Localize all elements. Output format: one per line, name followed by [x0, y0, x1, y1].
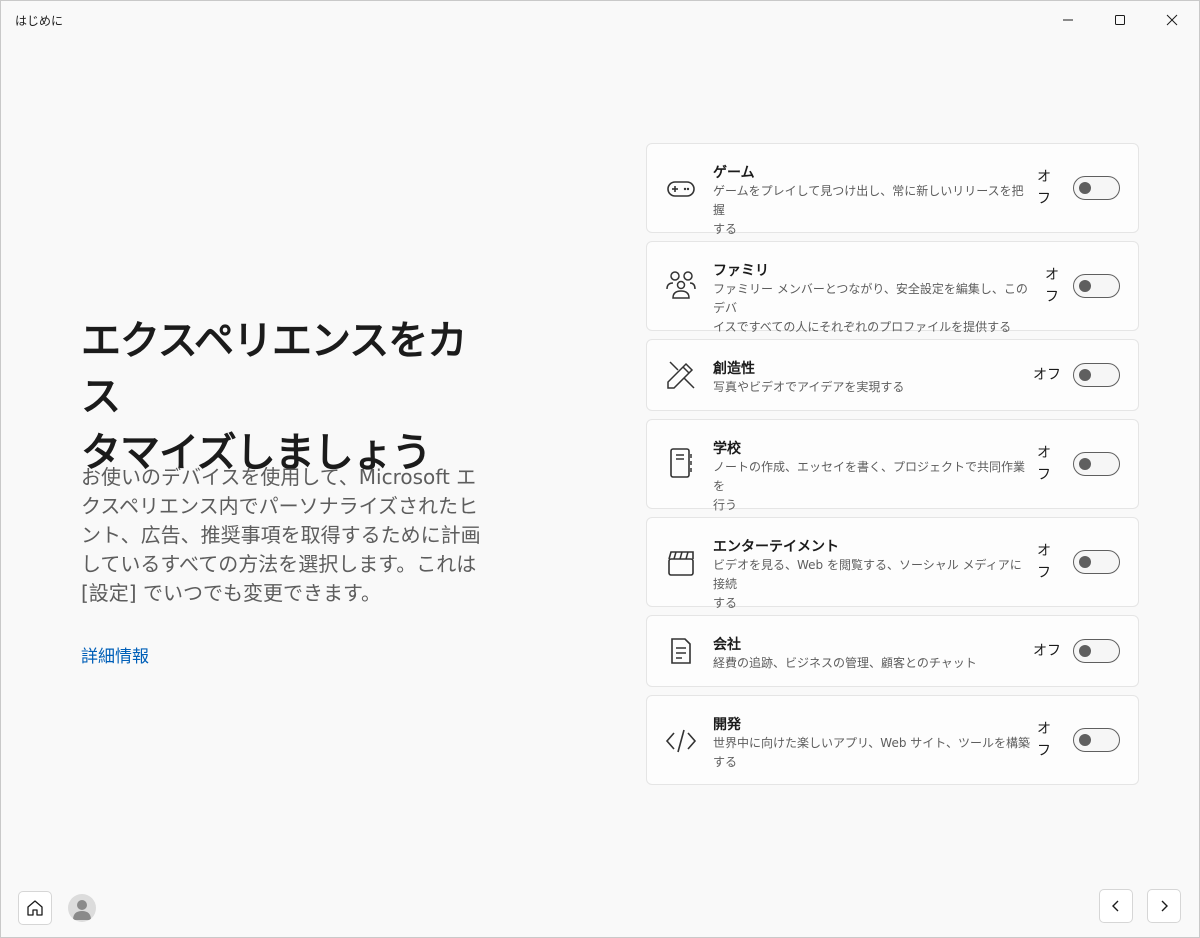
family-icon: [663, 267, 699, 303]
user-icon: [73, 900, 91, 920]
avatar[interactable]: [68, 894, 96, 922]
page-title-line1: エクスペリエンスをカス: [81, 318, 467, 420]
card-title: エンターテイメント: [713, 539, 839, 555]
business-toggle[interactable]: [1073, 639, 1120, 663]
title-bar: はじめに: [1, 1, 1199, 39]
category-card-entertainment: エンターテイメント ビデオを見る、Web を閲覧する、ソーシャル メディアに接続…: [646, 517, 1139, 610]
creativity-toggle[interactable]: [1073, 363, 1120, 387]
card-subtitle: ゲームをプレイして見つけ出し、常に新しいリリースを把握 する: [713, 182, 1033, 239]
category-card-business: 会社 経費の追跡、ビジネスの管理、顧客とのチャット オフ: [646, 615, 1139, 687]
chevron-left-icon: [1112, 900, 1119, 912]
app-window: はじめに エクスペリエンスをカス タマイズしましょう お使いのデバイスを使用して…: [0, 0, 1200, 938]
card-subtitle-line2: する: [713, 222, 738, 236]
card-subtitle: 写真やビデオでアイデアを実現する: [713, 378, 1033, 397]
toggle-state-label: オフ: [1037, 721, 1051, 759]
card-title: 創造性: [713, 361, 755, 377]
back-button[interactable]: [1099, 889, 1133, 923]
close-button[interactable]: [1146, 1, 1198, 39]
toggle-state-label: オフ: [1037, 445, 1051, 483]
toggle-knob: [1079, 369, 1091, 381]
card-subtitle-line1: ゲームをプレイして見つけ出し、常に新しいリリースを把握: [713, 184, 1024, 217]
document-icon: [663, 633, 699, 669]
toggle-knob: [1079, 182, 1091, 194]
card-subtitle-line2: 行う: [713, 498, 738, 512]
card-subtitle: ファミリー メンバーとつながり、安全設定を編集し、このデバ イスですべての人にそ…: [713, 280, 1033, 337]
more-info-link[interactable]: 詳細情報: [81, 642, 149, 667]
code-icon: [663, 723, 699, 759]
home-icon: [27, 900, 43, 916]
category-card-game: ゲーム ゲームをプレイして見つけ出し、常に新しいリリースを把握 する オフ: [646, 143, 1139, 236]
page-title: エクスペリエンスをカス タマイズしましょう: [81, 313, 501, 481]
next-button[interactable]: [1147, 889, 1181, 923]
close-icon: [1166, 14, 1178, 26]
card-subtitle: ビデオを見る、Web を閲覧する、ソーシャル メディアに接続 する: [713, 556, 1033, 613]
card-title: ファミリ: [713, 263, 769, 279]
toggle-knob: [1079, 645, 1091, 657]
card-subtitle-line1: ビデオを見る、Web を閲覧する、ソーシャル メディアに接続: [713, 558, 1022, 591]
card-title: 学校: [713, 441, 741, 457]
card-subtitle-line1: 経費の追跡、ビジネスの管理、顧客とのチャット: [713, 656, 977, 670]
card-title: 会社: [713, 637, 741, 653]
paintbrush-icon: [663, 357, 699, 393]
game-toggle[interactable]: [1073, 176, 1120, 200]
category-card-development: 開発 世界中に向けた楽しいアプリ、Web サイト、ツールを構築 する オフ: [646, 695, 1139, 785]
card-subtitle-line2: する: [713, 755, 738, 769]
minimize-icon: [1063, 19, 1073, 21]
notebook-icon: [663, 445, 699, 481]
maximize-button[interactable]: [1094, 1, 1146, 39]
toggle-state-label: オフ: [1037, 543, 1051, 581]
card-subtitle-line2: する: [713, 596, 738, 610]
card-subtitle-line2: イスですべての人にそれぞれのプロファイルを提供する: [713, 320, 1012, 334]
card-subtitle: ノートの作成、エッセイを書く、プロジェクトで共同作業を 行う: [713, 458, 1033, 515]
school-toggle[interactable]: [1073, 452, 1120, 476]
page-description: お使いのデバイスを使用して、Microsoft エクスペリエンス内でパーソナライ…: [81, 465, 481, 605]
maximize-icon: [1115, 15, 1125, 25]
family-toggle[interactable]: [1073, 274, 1120, 298]
card-subtitle-line1: ノートの作成、エッセイを書く、プロジェクトで共同作業を: [713, 460, 1026, 493]
card-subtitle-line1: 写真やビデオでアイデアを実現する: [713, 380, 905, 394]
toggle-knob: [1079, 458, 1091, 470]
chevron-right-icon: [1161, 900, 1168, 912]
card-title: ゲーム: [713, 165, 755, 181]
toggle-knob: [1079, 734, 1091, 746]
toggle-state-label: オフ: [1037, 169, 1051, 207]
toggle-state-label: オフ: [1033, 643, 1061, 659]
card-subtitle-line1: ファミリー メンバーとつながり、安全設定を編集し、このデバ: [713, 282, 1028, 315]
minimize-button[interactable]: [1042, 1, 1094, 39]
window-title: はじめに: [15, 14, 64, 28]
home-button[interactable]: [18, 891, 52, 925]
card-subtitle: 世界中に向けた楽しいアプリ、Web サイト、ツールを構築 する: [713, 734, 1033, 772]
entertainment-toggle[interactable]: [1073, 550, 1120, 574]
toggle-knob: [1079, 280, 1091, 292]
gamepad-icon: [663, 171, 699, 207]
category-card-family: ファミリ ファミリー メンバーとつながり、安全設定を編集し、このデバ イスですべ…: [646, 241, 1139, 334]
development-toggle[interactable]: [1073, 728, 1120, 752]
category-card-creativity: 創造性 写真やビデオでアイデアを実現する オフ: [646, 339, 1139, 411]
toggle-knob: [1079, 556, 1091, 568]
toggle-state-label: オフ: [1033, 367, 1061, 383]
card-subtitle-line1: 世界中に向けた楽しいアプリ、Web サイト、ツールを構築: [713, 736, 1031, 750]
category-card-school: 学校 ノートの作成、エッセイを書く、プロジェクトで共同作業を 行う オフ: [646, 419, 1139, 512]
card-title: 開発: [713, 717, 741, 733]
clapperboard-icon: [663, 545, 699, 581]
card-subtitle: 経費の追跡、ビジネスの管理、顧客とのチャット: [713, 654, 1033, 673]
toggle-state-label: オフ: [1045, 267, 1059, 305]
